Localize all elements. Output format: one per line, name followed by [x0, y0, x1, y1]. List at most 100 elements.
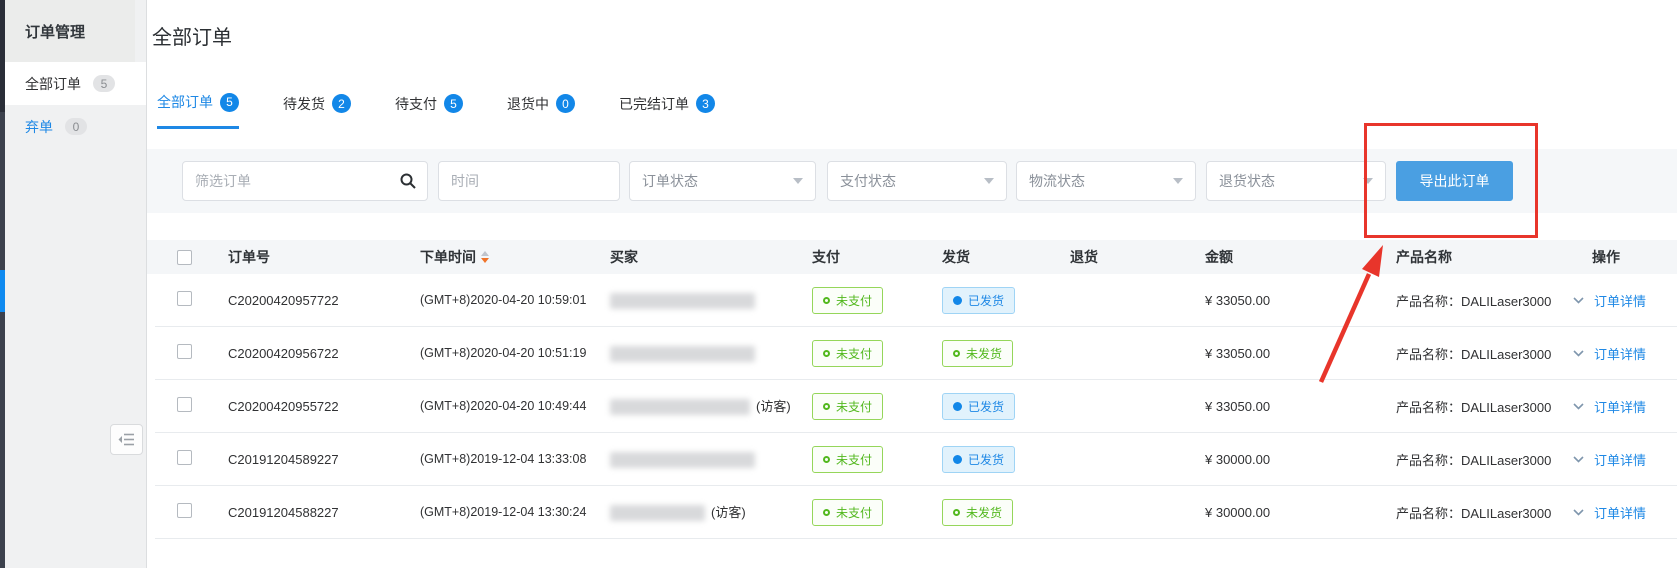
col-buyer: 买家 — [610, 247, 812, 267]
chevron-down-icon — [1363, 178, 1373, 184]
product-name: 产品名称：DALILaser3000 — [1396, 503, 1560, 522]
order-time: (GMT+8)2019-12-04 13:33:08 — [420, 452, 610, 466]
status-dot-icon — [823, 350, 830, 357]
page-title: 全部订单 — [152, 21, 232, 50]
tab-label: 退货中 — [507, 94, 549, 114]
tab-all-orders[interactable]: 全部订单 5 — [157, 92, 239, 129]
col-payment: 支付 — [812, 247, 942, 267]
row-checkbox[interactable] — [177, 450, 192, 465]
amount: ¥ 33050.00 — [1205, 293, 1396, 308]
order-no: C20191204588227 — [228, 505, 420, 520]
shipping-status-badge: 已发货 — [942, 287, 1015, 314]
status-dot-icon — [953, 296, 962, 305]
buyer-suffix: (访客) — [756, 399, 791, 414]
status-dot-icon — [823, 297, 830, 304]
product-name: 产品名称：DALILaser3000 — [1396, 291, 1560, 310]
tab-label: 待发货 — [283, 94, 325, 114]
shipping-status-label: 未发货 — [966, 345, 1002, 362]
shipping-status-label: 已发货 — [968, 292, 1004, 309]
tab-to-pay[interactable]: 待支付 5 — [395, 92, 463, 129]
product-name: 产品名称：DALILaser3000 — [1396, 344, 1560, 363]
status-dot-icon — [953, 509, 960, 516]
sort-toggle[interactable] — [481, 251, 489, 263]
buyer-suffix: (访客) — [711, 505, 746, 520]
order-management-page: 订单管理 全部订单 5 弃单 0 全部订单 全部订单 — [0, 0, 1677, 568]
order-time: (GMT+8)2020-04-20 10:59:01 — [420, 293, 610, 307]
tab-returning[interactable]: 退货中 0 — [507, 92, 575, 129]
sidebar-item-label: 全部订单 — [25, 74, 81, 94]
time-filter-input[interactable] — [438, 161, 620, 201]
tab-completed-orders[interactable]: 已完结订单 3 — [619, 92, 715, 129]
sort-desc-icon — [481, 258, 489, 263]
order-no: C20200420957722 — [228, 293, 420, 308]
tab-to-ship[interactable]: 待发货 2 — [283, 92, 351, 129]
sidebar-collapse-button[interactable] — [110, 424, 143, 455]
row-checkbox[interactable] — [177, 344, 192, 359]
return-status-select[interactable]: 退货状态 — [1206, 161, 1386, 201]
amount: ¥ 30000.00 — [1205, 452, 1396, 467]
payment-status-badge: 未支付 — [812, 287, 883, 314]
order-detail-link[interactable]: 订单详情 — [1594, 344, 1646, 363]
sidebar-item-abandoned-orders[interactable]: 弃单 0 — [5, 105, 146, 148]
expand-chevron-icon[interactable] — [1573, 350, 1584, 357]
buyer-name-redacted — [610, 452, 755, 468]
order-no: C20200420956722 — [228, 346, 420, 361]
sidebar-item-count: 5 — [93, 75, 115, 92]
sidebar-header: 订单管理 — [5, 0, 135, 62]
shipping-status-badge: 已发货 — [942, 393, 1015, 420]
col-return: 退货 — [1070, 247, 1205, 267]
tab-count-badge: 5 — [220, 93, 239, 112]
buyer-cell — [610, 344, 812, 363]
expand-chevron-icon[interactable] — [1573, 509, 1584, 516]
table-row: C20200420956722 (GMT+8)2020-04-20 10:51:… — [155, 327, 1677, 380]
row-checkbox[interactable] — [177, 397, 192, 412]
sidebar: 订单管理 全部订单 5 弃单 0 — [5, 0, 147, 568]
shipping-status-badge: 未发货 — [942, 499, 1013, 526]
shipping-status-label: 已发货 — [968, 398, 1004, 415]
export-orders-button[interactable]: 导出此订单 — [1396, 161, 1513, 201]
status-tabs: 全部订单 5 待发货 2 待支付 5 退货中 0 已完结订单 3 — [157, 92, 759, 129]
select-all-checkbox[interactable] — [177, 250, 192, 265]
shipping-status-label: 已发货 — [968, 451, 1004, 468]
col-amount: 金额 — [1205, 247, 1396, 267]
amount: ¥ 30000.00 — [1205, 505, 1396, 520]
sidebar-item-label: 弃单 — [25, 117, 53, 137]
status-dot-icon — [953, 402, 962, 411]
status-dot-icon — [823, 456, 830, 463]
col-product-name: 产品名称 — [1396, 247, 1560, 267]
payment-status-label: 未支付 — [836, 345, 872, 362]
payment-status-badge: 未支付 — [812, 393, 883, 420]
sidebar-item-all-orders[interactable]: 全部订单 5 — [5, 62, 146, 105]
payment-status-badge: 未支付 — [812, 499, 883, 526]
select-placeholder: 物流状态 — [1029, 171, 1085, 191]
order-status-select[interactable]: 订单状态 — [629, 161, 816, 201]
table-header: 订单号 下单时间 买家 支付 发货 退货 金额 产品名称 操作 — [147, 240, 1677, 274]
col-shipping: 发货 — [942, 247, 1070, 267]
tab-count-badge: 0 — [556, 94, 575, 113]
payment-status-label: 未支付 — [836, 292, 872, 309]
payment-status-badge: 未支付 — [812, 340, 883, 367]
order-detail-link[interactable]: 订单详情 — [1594, 397, 1646, 416]
search-input[interactable] — [182, 161, 428, 201]
tab-count-badge: 5 — [444, 94, 463, 113]
table-row: C20200420957722 (GMT+8)2020-04-20 10:59:… — [155, 274, 1677, 327]
logistics-status-select[interactable]: 物流状态 — [1016, 161, 1196, 201]
product-name: 产品名称：DALILaser3000 — [1396, 397, 1560, 416]
payment-status-badge: 未支付 — [812, 446, 883, 473]
expand-chevron-icon[interactable] — [1573, 403, 1584, 410]
buyer-cell — [610, 450, 812, 469]
order-detail-link[interactable]: 订单详情 — [1594, 291, 1646, 310]
row-checkbox[interactable] — [177, 291, 192, 306]
collapse-menu-icon — [118, 433, 135, 446]
payment-status-select[interactable]: 支付状态 — [827, 161, 1007, 201]
col-actions: 操作 — [1560, 247, 1677, 267]
order-no: C20200420955722 — [228, 399, 420, 414]
expand-chevron-icon[interactable] — [1573, 297, 1584, 304]
buyer-cell: (访客) — [610, 397, 796, 416]
order-detail-link[interactable]: 订单详情 — [1594, 503, 1646, 522]
order-table-body: C20200420957722 (GMT+8)2020-04-20 10:59:… — [147, 274, 1677, 539]
row-checkbox[interactable] — [177, 503, 192, 518]
tab-label: 全部订单 — [157, 92, 213, 112]
expand-chevron-icon[interactable] — [1573, 456, 1584, 463]
order-detail-link[interactable]: 订单详情 — [1594, 450, 1646, 469]
